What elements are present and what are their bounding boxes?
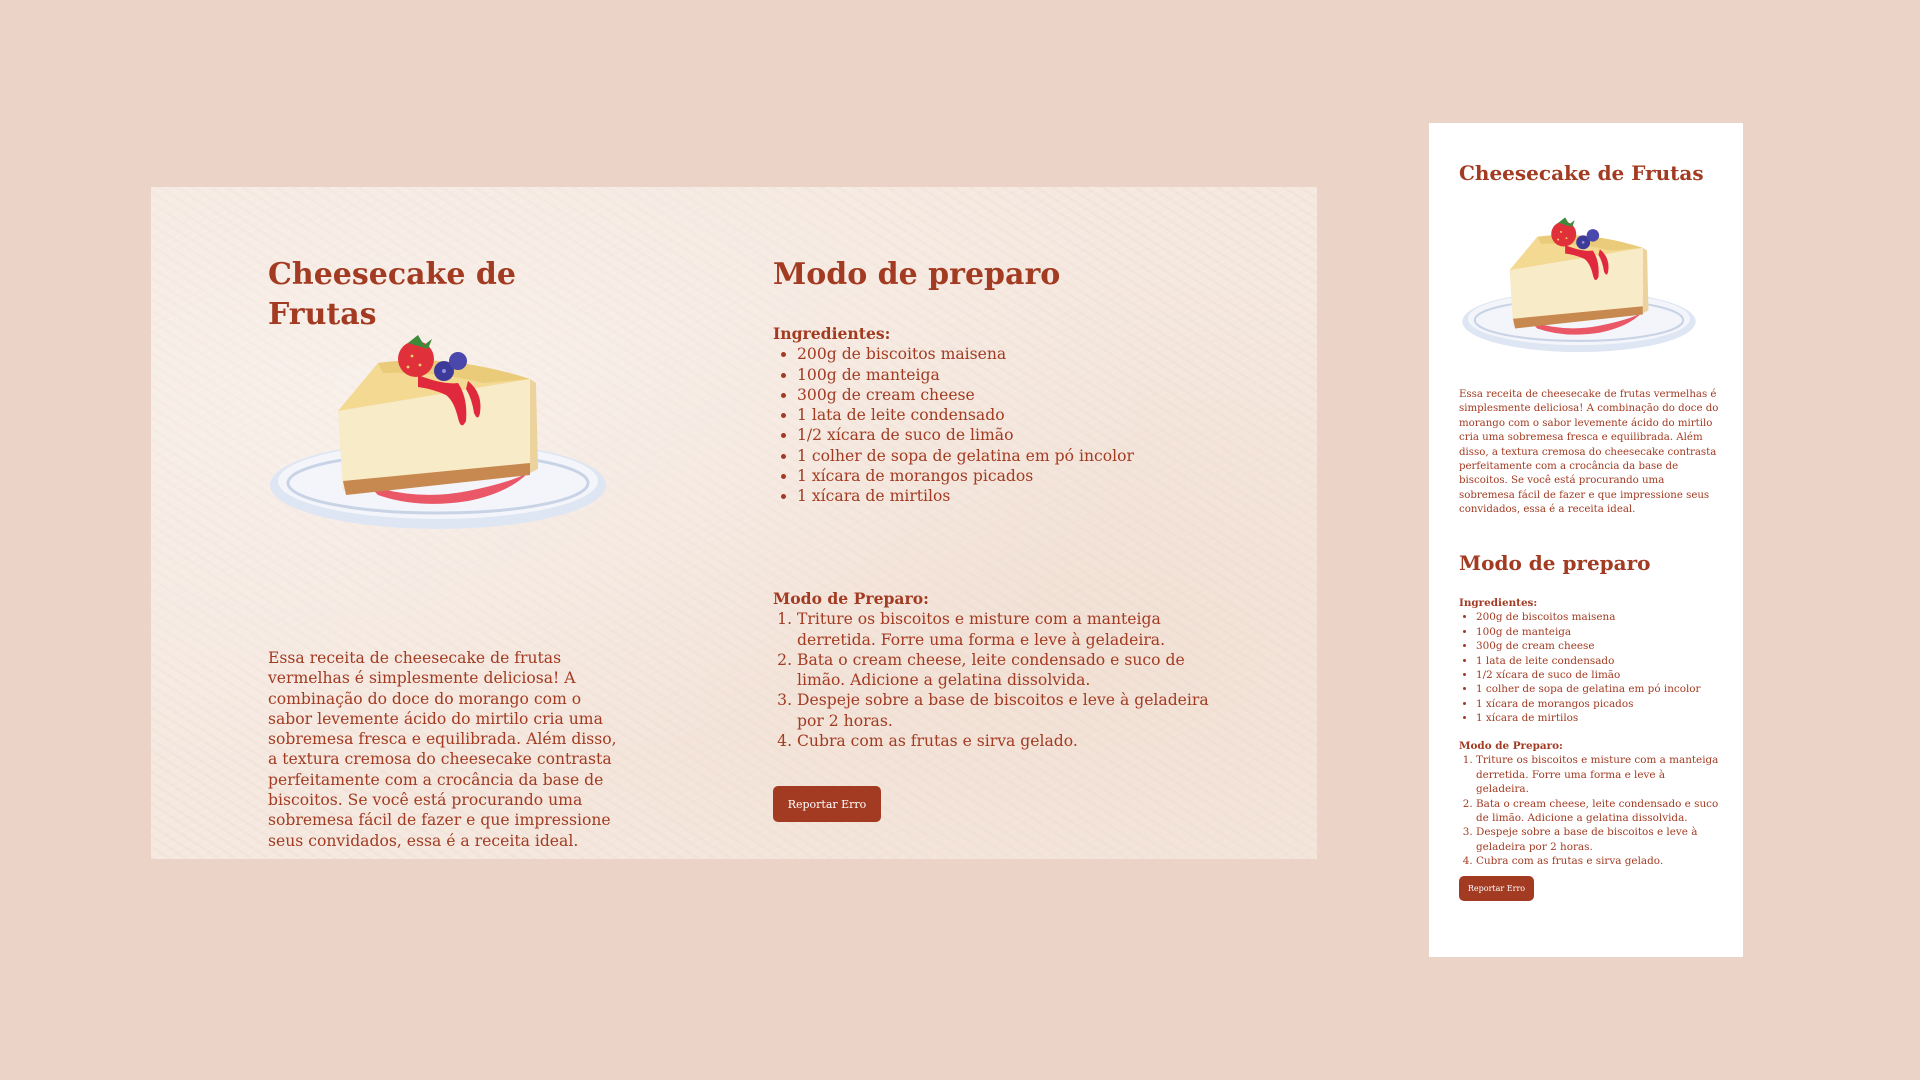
ingredient-item: 200g de biscoitos maisena: [1476, 610, 1701, 624]
report-area: Reportar Erro: [773, 786, 881, 822]
ingredient-item: 1 xícara de morangos picados: [797, 466, 1134, 486]
cheesecake-image: [1459, 209, 1699, 359]
ingredient-item: 1 xícara de mirtilos: [1476, 711, 1701, 725]
ingredient-item: 1/2 xícara de suco de limão: [797, 425, 1134, 445]
step-item: Triture os biscoitos e misture com a man…: [1476, 753, 1719, 796]
recipe-card-desktop: Cheesecake de Frutas Essa receita de che…: [151, 187, 1317, 859]
recipe-description: Essa receita de cheesecake de frutas ver…: [268, 649, 617, 850]
recipe-intro-column: Cheesecake de Frutas Essa receita de che…: [268, 255, 628, 850]
steps-list: Triture os biscoitos e misture com a man…: [773, 609, 1213, 751]
report-error-button[interactable]: Reportar Erro: [773, 786, 881, 822]
cheesecake-image: [268, 323, 608, 539]
ingredient-item: 100g de manteiga: [797, 365, 1134, 385]
ingredient-item: 200g de biscoitos maisena: [797, 344, 1134, 364]
recipe-title: Cheesecake de Frutas: [1459, 161, 1704, 185]
step-item: Cubra com as frutas e sirva gelado.: [1476, 854, 1719, 868]
ingredient-item: 1 xícara de mirtilos: [797, 486, 1134, 506]
step-item: Bata o cream cheese, leite condensado e …: [797, 650, 1213, 691]
ingredient-item: 1 colher de sopa de gelatina em pó incol…: [1476, 682, 1701, 696]
steps-section: Modo de Preparo: Triture os biscoitos e …: [1459, 739, 1719, 869]
ingredients-list: 200g de biscoitos maisena 100g de mantei…: [773, 344, 1134, 506]
ingredients-section: Ingredientes: 200g de biscoitos maisena …: [773, 324, 1134, 507]
ingredient-item: 1/2 xícara de suco de limão: [1476, 668, 1701, 682]
ingredient-item: 100g de manteiga: [1476, 625, 1701, 639]
report-error-button[interactable]: Reportar Erro: [1459, 876, 1534, 901]
ingredient-item: 300g de cream cheese: [1476, 639, 1701, 653]
recipe-card-mobile: Cheesecake de Frutas Essa receita de che…: [1429, 123, 1743, 957]
steps-label: Modo de Preparo:: [1459, 740, 1563, 752]
ingredients-section: Ingredientes: 200g de biscoitos maisena …: [1459, 596, 1701, 726]
mobile-content: Cheesecake de Frutas Essa receita de che…: [1459, 159, 1719, 901]
step-item: Despeje sobre a base de biscoitos e leve…: [1476, 825, 1719, 854]
method-title: Modo de preparo: [773, 257, 1061, 292]
ingredients-label: Ingredientes:: [773, 324, 891, 343]
step-item: Despeje sobre a base de biscoitos e leve…: [797, 690, 1213, 731]
recipe-description: Essa receita de cheesecake de frutas ver…: [1459, 389, 1719, 516]
recipe-method-column: Modo de preparo Ingredientes: 200g de bi…: [773, 255, 1233, 822]
step-item: Cubra com as frutas e sirva gelado.: [797, 731, 1213, 751]
ingredient-item: 1 lata de leite condensado: [1476, 654, 1701, 668]
method-title: Modo de preparo: [1459, 551, 1651, 575]
steps-label: Modo de Preparo:: [773, 589, 929, 608]
ingredient-item: 1 xícara de morangos picados: [1476, 697, 1701, 711]
ingredient-item: 1 colher de sopa de gelatina em pó incol…: [797, 446, 1134, 466]
steps-list: Triture os biscoitos e misture com a man…: [1459, 753, 1719, 868]
ingredient-item: 1 lata de leite condensado: [797, 405, 1134, 425]
step-item: Bata o cream cheese, leite condensado e …: [1476, 797, 1719, 826]
ingredients-label: Ingredientes:: [1459, 597, 1538, 609]
step-item: Triture os biscoitos e misture com a man…: [797, 609, 1213, 650]
steps-section: Modo de Preparo: Triture os biscoitos e …: [773, 589, 1213, 751]
report-area: Reportar Erro: [1459, 876, 1534, 901]
ingredient-item: 300g de cream cheese: [797, 385, 1134, 405]
ingredients-list: 200g de biscoitos maisena 100g de mantei…: [1459, 610, 1701, 725]
